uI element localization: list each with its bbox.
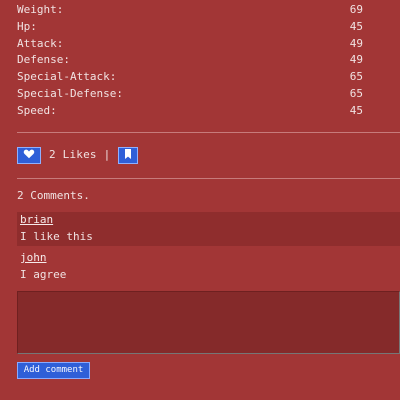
stat-row-weight: Weight: 69 [17,2,363,19]
comment-item: brian I like this [17,212,400,246]
stat-value: 45 [349,19,363,33]
stats-list: Weight: 69 Hp: 45 Attack: 49 Defense: 49… [17,2,363,120]
stat-label: Attack: [17,36,64,50]
stat-value: 49 [349,53,363,67]
stat-row-speed: Speed: 45 [17,103,363,120]
stat-row-special-attack: Special-Attack: 65 [17,69,363,86]
add-comment-button[interactable]: Add comment [17,362,90,379]
comment-textarea[interactable] [17,291,400,354]
likes-count: 2 Likes | [49,148,111,161]
heart-icon [23,149,35,162]
comments-count: 2 Comments. [17,189,90,202]
stat-label: Special-Attack: [17,70,117,84]
stat-value: 69 [349,3,363,16]
like-button[interactable] [17,146,41,164]
stat-label: Weight: [17,3,64,16]
comment-author-link[interactable]: john [20,251,47,265]
comment-text: I like this [20,230,93,243]
comment-author-link[interactable]: brian [20,213,53,227]
stat-value: 49 [349,36,363,50]
bookmark-button[interactable] [118,146,139,164]
comment-text: I agree [20,268,67,281]
stat-row-defense: Defense: 49 [17,52,363,69]
stat-label: Defense: [17,53,70,67]
bookmark-icon [124,148,132,162]
comment-item: john I agree [17,250,400,284]
stat-label: Speed: [17,103,57,117]
section-divider [17,132,400,133]
stat-row-hp: Hp: 45 [17,19,363,36]
stat-label: Hp: [17,19,37,33]
stat-row-attack: Attack: 49 [17,36,363,53]
stat-value: 65 [349,86,363,100]
stat-row-special-defense: Special-Defense: 65 [17,86,363,103]
stat-value: 65 [349,70,363,84]
likes-row: 2 Likes | [17,146,139,164]
section-divider [17,178,400,179]
stat-label: Special-Defense: [17,86,123,100]
stat-value: 45 [349,103,363,117]
